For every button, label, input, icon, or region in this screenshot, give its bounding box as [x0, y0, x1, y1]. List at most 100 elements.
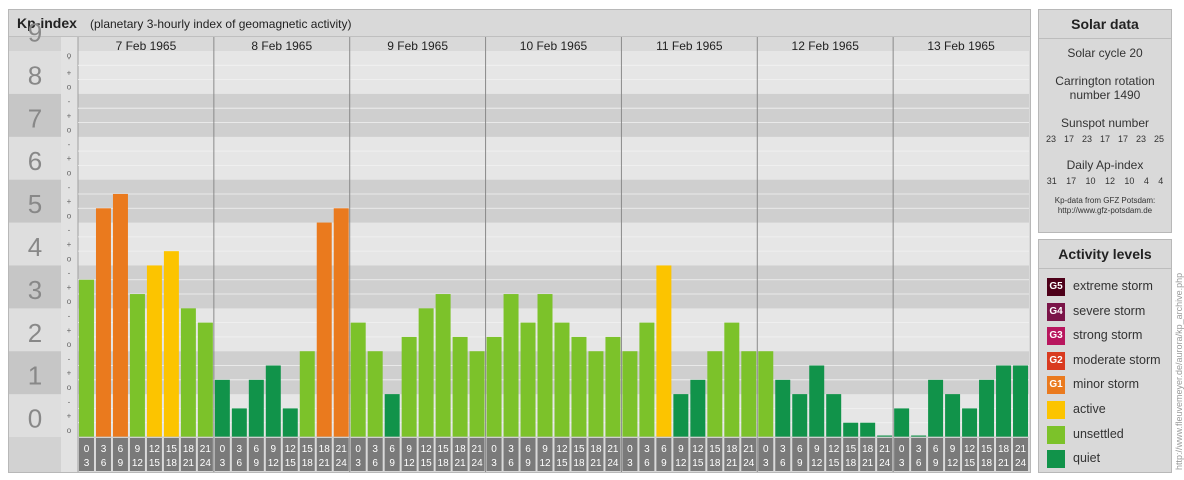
hour-end-label: 12 — [947, 458, 959, 469]
kp-bar — [333, 208, 349, 437]
solar-cycle: Solar cycle 20 — [1067, 46, 1143, 60]
legend-item-minor-storm: G1 minor storm — [1039, 373, 1171, 398]
ap-value-5: 4 — [1143, 176, 1149, 186]
kp-bar — [248, 379, 264, 437]
hour-start-label: 0 — [355, 444, 361, 455]
legend-label: quiet — [1073, 451, 1101, 466]
kp-bar — [299, 351, 315, 437]
ap-value-0: 31 — [1046, 176, 1057, 186]
sub-tick-mark: o — [67, 211, 72, 220]
hour-end-label: 21 — [590, 458, 602, 469]
hour-end-label: 3 — [220, 458, 226, 469]
hour-end-label: 6 — [916, 458, 922, 469]
hour-start-label: 15 — [981, 444, 993, 455]
hour-end-label: 9 — [254, 458, 260, 469]
kp-bar — [197, 322, 213, 437]
hour-end-label: 12 — [539, 458, 551, 469]
hour-end-label: 15 — [964, 458, 976, 469]
kp-bar — [656, 265, 672, 437]
hour-start-label: 18 — [183, 444, 195, 455]
hour-start-label: 12 — [285, 444, 297, 455]
hour-end-label: 24 — [1015, 458, 1027, 469]
sub-tick-mark: o — [67, 340, 72, 349]
sub-tick-mark: o — [67, 426, 72, 435]
ap-value-3: 12 — [1104, 176, 1115, 186]
hour-end-label: 18 — [709, 458, 721, 469]
sub-tick-mark: + — [67, 283, 72, 292]
watermark-url: http://www.fleuvemeyer.de/aurora/kp_arch… — [1174, 272, 1184, 470]
carrington-line-2: number 1490 — [1069, 88, 1141, 102]
hour-end-label: 21 — [455, 458, 467, 469]
hour-start-label: 0 — [763, 444, 769, 455]
kp-bar — [945, 394, 961, 437]
kp-bar — [350, 322, 366, 437]
hour-end-label: 9 — [797, 458, 803, 469]
hour-end-label: 3 — [899, 458, 905, 469]
hour-end-label: 21 — [319, 458, 331, 469]
day-label: 13 Feb 1965 — [927, 39, 995, 53]
hour-end-label: 12 — [675, 458, 687, 469]
sub-tick-mark: o — [67, 254, 72, 263]
hour-end-label: 15 — [828, 458, 840, 469]
day-label: 12 Feb 1965 — [792, 39, 860, 53]
kp-bar — [537, 294, 553, 437]
hour-end-label: 6 — [780, 458, 786, 469]
y-tick-label: 5 — [28, 189, 42, 219]
sub-tick-mark: - — [68, 397, 71, 406]
day-label: 9 Feb 1965 — [387, 39, 448, 53]
ap-value-1: 17 — [1066, 176, 1077, 186]
legend-item-extreme-storm: G5 extreme storm — [1039, 275, 1171, 300]
hour-start-label: 6 — [254, 444, 260, 455]
kp-bar — [707, 351, 723, 437]
legend-label: moderate storm — [1073, 352, 1161, 367]
solar-data-title: Solar data — [1039, 10, 1171, 39]
hour-end-label: 3 — [84, 458, 90, 469]
hour-start-label: 0 — [220, 444, 226, 455]
hour-start-label: 9 — [678, 444, 684, 455]
legend-item-severe-storm: G4 severe storm — [1039, 300, 1171, 325]
legend-item-strong-storm: G3 strong storm — [1039, 324, 1171, 349]
y-tick-label: 4 — [28, 232, 42, 262]
kp-bar — [384, 394, 400, 437]
hour-start-label: 21 — [1015, 444, 1027, 455]
hour-start-label: 6 — [525, 444, 531, 455]
y-tick-label: 0 — [28, 404, 42, 434]
sub-tick-mark: - — [68, 97, 71, 106]
data-credit: Kp-data from GFZ Potsdam: http://www.gfz… — [1039, 196, 1171, 216]
kp-bar — [401, 336, 417, 437]
hour-start-label: 21 — [743, 444, 755, 455]
sub-tick-mark: o — [67, 126, 72, 135]
hour-end-label: 21 — [862, 458, 874, 469]
kp-bar — [95, 208, 111, 437]
hour-end-label: 18 — [302, 458, 314, 469]
legend-swatch: G3 — [1047, 327, 1065, 346]
hour-end-label: 24 — [200, 458, 212, 469]
kp-bar — [894, 408, 910, 437]
hour-end-label: 21 — [726, 458, 738, 469]
legend-swatch — [1047, 425, 1065, 444]
hour-start-label: 21 — [607, 444, 619, 455]
band-3 — [78, 265, 1029, 309]
y-tick-label: 3 — [28, 275, 42, 305]
solar-data-panel: Solar data Solar cycle 20 Carrington rot… — [1038, 9, 1172, 233]
kp-bar — [809, 365, 825, 437]
kp-bar — [316, 222, 332, 437]
hour-end-label: 3 — [627, 458, 633, 469]
hour-start-label: 21 — [472, 444, 484, 455]
sunspot-value-6: 25 — [1153, 134, 1164, 144]
sub-tick-mark: o — [67, 83, 72, 92]
kp-index-panel: Kp-index (planetary 3-hourly index of ge… — [8, 9, 1031, 473]
hour-end-label: 24 — [472, 458, 484, 469]
hour-end-label: 15 — [285, 458, 297, 469]
hour-end-label: 15 — [421, 458, 433, 469]
sub-tick-mark: - — [68, 226, 71, 235]
kp-bar — [231, 408, 247, 437]
hour-end-label: 12 — [811, 458, 823, 469]
kp-bar — [452, 336, 468, 437]
hour-end-label: 6 — [644, 458, 650, 469]
legend-swatch: G4 — [1047, 302, 1065, 321]
hour-start-label: 15 — [709, 444, 721, 455]
hour-start-label: 12 — [421, 444, 433, 455]
legend-item-active: active — [1039, 398, 1171, 423]
hour-start-label: 21 — [336, 444, 348, 455]
